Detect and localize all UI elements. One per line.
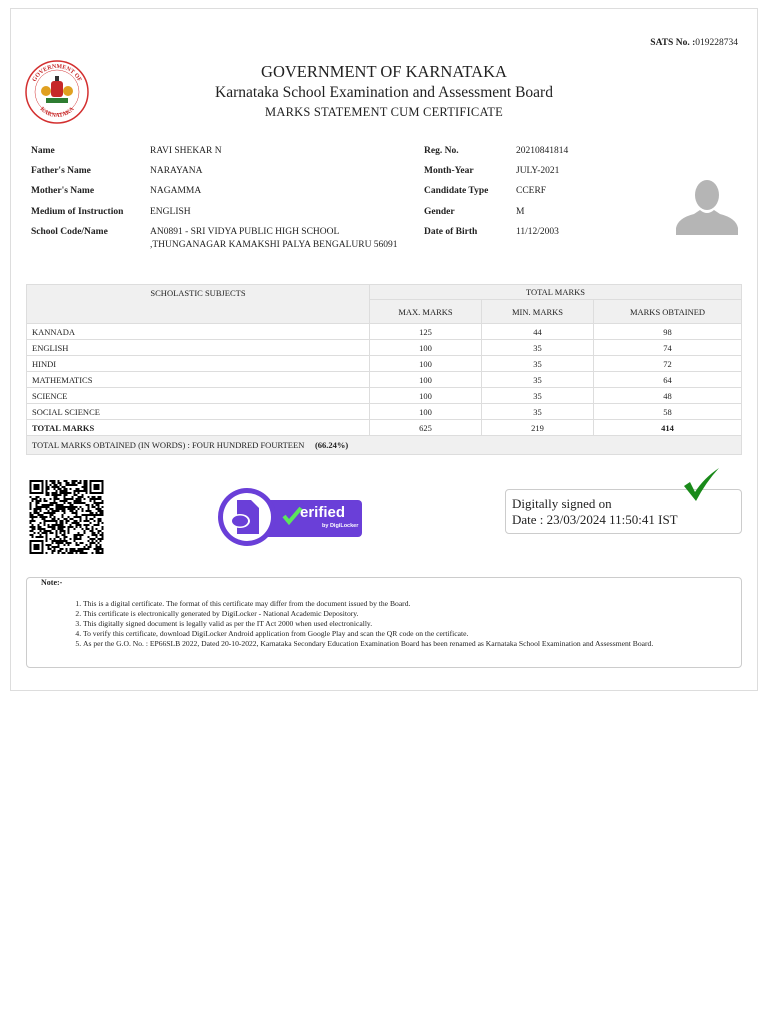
percentage: (66.24%) (314, 440, 349, 450)
gender-value: M (516, 207, 525, 217)
digilocker-text: by DigiLocker (322, 523, 359, 529)
subject-cell: SCIENCE (26, 387, 370, 404)
total-in-words: TOTAL MARKS OBTAINED (IN WORDS) : FOUR H… (32, 440, 305, 450)
school-label: School Code/Name (31, 227, 108, 237)
min-cell: 44 (481, 323, 594, 340)
month-year-label: Month-Year (424, 166, 474, 176)
qr-code (29, 480, 104, 554)
digilocker-verified-badge: erified by DigiLocker (218, 488, 363, 547)
marks-obtained-header: MARKS OBTAINED (593, 299, 742, 324)
subjects-header: SCHOLASTIC SUBJECTS (26, 284, 370, 324)
candidate-type-label: Candidate Type (424, 186, 489, 196)
max-cell: 125 (369, 323, 482, 340)
government-title: GOVERNMENT OF KARNATAKA (261, 62, 507, 81)
school-value: AN0891 - SRI VIDYA PUBLIC HIGH SCHOOL ,T… (150, 227, 398, 250)
reg-no-label: Reg. No. (424, 146, 459, 156)
certificate-subtitle: MARKS STATEMENT CUM CERTIFICATE (265, 105, 503, 119)
candidate-photo-placeholder-icon (676, 180, 738, 235)
table-row: ENGLISH 100 35 74 (26, 339, 742, 356)
min-cell: 35 (481, 387, 594, 404)
medium-label: Medium of Instruction (31, 207, 124, 217)
total-obtained: 414 (593, 419, 742, 436)
signature-valid-check-icon (684, 468, 719, 501)
gender-label: Gender (424, 207, 455, 217)
obtained-cell: 64 (593, 371, 742, 388)
total-max: 625 (369, 419, 482, 436)
max-marks-header: MAX. MARKS (369, 299, 482, 324)
table-row: SOCIAL SCIENCE 100 35 58 (26, 403, 742, 420)
subject-cell: MATHEMATICS (26, 371, 370, 388)
notes-section: Note:- This is a digital certificate. Th… (26, 577, 742, 668)
obtained-cell: 72 (593, 355, 742, 372)
subject-cell: KANNADA (26, 323, 370, 340)
note-item: To verify this certificate, download Dig… (83, 629, 723, 639)
total-row: TOTAL MARKS 625 219 414 (26, 419, 742, 436)
obtained-cell: 74 (593, 339, 742, 356)
max-cell: 100 (369, 387, 482, 404)
candidate-type-value: CCERF (516, 186, 547, 196)
mother-name-label: Mother's Name (31, 186, 95, 196)
max-cell: 100 (369, 355, 482, 372)
sats-number: SATS No. :019228734 (650, 38, 738, 48)
words-row: TOTAL MARKS OBTAINED (IN WORDS) : FOUR H… (26, 435, 742, 455)
marks-table: SCHOLASTIC SUBJECTS TOTAL MARKS MAX. MAR… (26, 284, 742, 455)
note-item: As per the G.O. No. : EP66SLB 2022, Date… (83, 639, 723, 649)
medium-value: ENGLISH (150, 207, 191, 217)
max-cell: 100 (369, 371, 482, 388)
note-item: This digitally signed document is legall… (83, 619, 723, 629)
min-cell: 35 (481, 355, 594, 372)
total-label: TOTAL MARKS (26, 419, 370, 436)
obtained-cell: 58 (593, 403, 742, 420)
mother-name-value: NAGAMMA (150, 186, 202, 196)
min-cell: 35 (481, 371, 594, 388)
note-item: This certificate is electronically gener… (83, 609, 723, 619)
father-name-value: NARAYANA (150, 166, 203, 176)
table-row: MATHEMATICS 100 35 64 (26, 371, 742, 388)
dob-label: Date of Birth (424, 227, 478, 237)
subject-cell: SOCIAL SCIENCE (26, 403, 370, 420)
verified-text: erified (300, 504, 346, 521)
note-title: Note:- (41, 578, 63, 587)
min-cell: 35 (481, 403, 594, 420)
signed-date: Date : 23/03/2024 11:50:41 IST (512, 512, 678, 527)
table-row: HINDI 100 35 72 (26, 355, 742, 372)
min-cell: 35 (481, 339, 594, 356)
father-name-label: Father's Name (31, 166, 91, 176)
reg-no-value: 20210841814 (516, 146, 569, 156)
name-label: Name (31, 146, 55, 156)
name-value: RAVI SHEKAR N (150, 146, 222, 156)
table-row: KANNADA 125 44 98 (26, 323, 742, 340)
total-marks-header: TOTAL MARKS (369, 284, 742, 300)
dob-value: 11/12/2003 (516, 227, 559, 237)
obtained-cell: 48 (593, 387, 742, 404)
table-row: SCIENCE 100 35 48 (26, 387, 742, 404)
max-cell: 100 (369, 339, 482, 356)
note-item: This is a digital certificate. The forma… (83, 599, 723, 609)
month-year-value: JULY-2021 (516, 166, 560, 176)
board-title: Karnataka School Examination and Assessm… (215, 84, 553, 101)
min-marks-header: MIN. MARKS (481, 299, 594, 324)
subject-cell: HINDI (26, 355, 370, 372)
obtained-cell: 98 (593, 323, 742, 340)
max-cell: 100 (369, 403, 482, 420)
subject-cell: ENGLISH (26, 339, 370, 356)
total-min: 219 (481, 419, 594, 436)
